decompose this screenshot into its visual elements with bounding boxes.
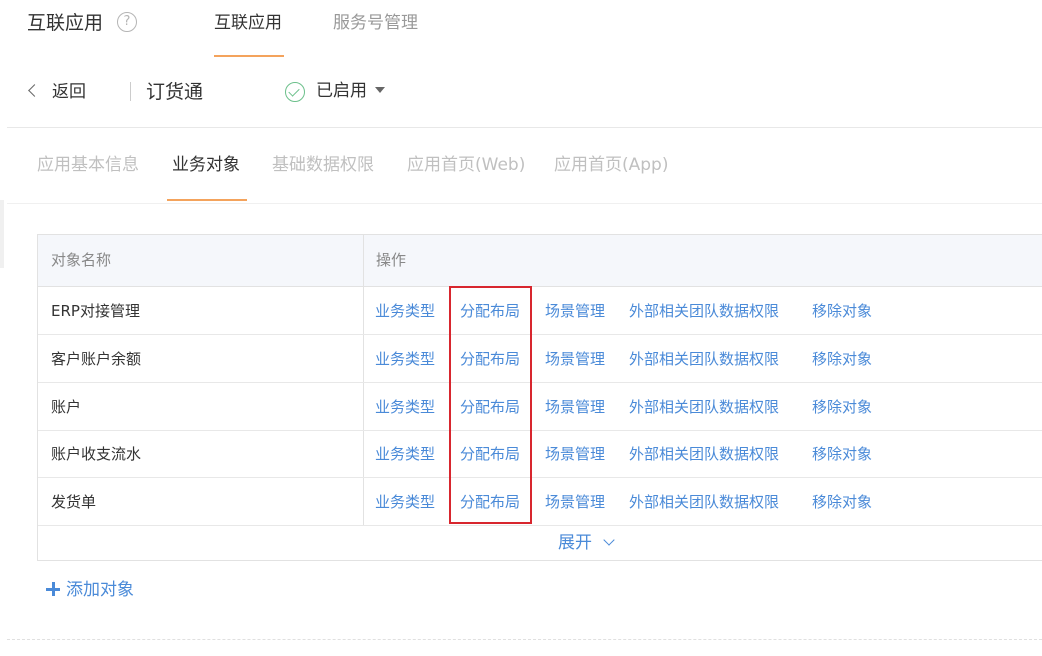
scroll-edge: [0, 200, 4, 268]
subtab-business-objects[interactable]: 业务对象: [172, 153, 240, 177]
divider: [7, 639, 1042, 640]
subtab-basic-info[interactable]: 应用基本信息: [37, 153, 139, 177]
external-team-permission-link[interactable]: 外部相关团队数据权限: [629, 443, 779, 465]
expand-button[interactable]: 展开: [558, 531, 592, 555]
remove-object-link[interactable]: 移除对象: [812, 443, 872, 465]
check-circle-icon: [285, 82, 305, 102]
plus-icon[interactable]: [45, 581, 61, 597]
external-team-permission-link[interactable]: 外部相关团队数据权限: [629, 348, 779, 370]
scene-management-link[interactable]: 场景管理: [545, 443, 605, 465]
divider: [130, 82, 131, 101]
assign-layout-link[interactable]: 分配布局: [460, 300, 520, 322]
business-type-link[interactable]: 业务类型: [375, 443, 435, 465]
object-name: ERP对接管理: [51, 302, 140, 320]
table-row: 账户 业务类型 分配布局 场景管理 外部相关团队数据权限 移除对象: [38, 383, 1042, 431]
help-icon[interactable]: ?: [117, 12, 137, 32]
business-type-link[interactable]: 业务类型: [375, 491, 435, 513]
column-header-actions: 操作: [376, 251, 407, 269]
active-tab-indicator: [214, 55, 284, 57]
scene-management-link[interactable]: 场景管理: [545, 396, 605, 418]
tab-service-account[interactable]: 服务号管理: [333, 10, 418, 36]
table-header: 对象名称 操作: [38, 235, 1042, 287]
tab-interconnect-apps[interactable]: 互联应用: [214, 10, 282, 36]
page-title: 互联应用: [27, 12, 104, 34]
objects-table: 对象名称 操作 ERP对接管理 业务类型 分配布局 场景管理 外部相关团队数据权…: [37, 234, 1042, 561]
assign-layout-link[interactable]: 分配布局: [460, 396, 520, 418]
remove-object-link[interactable]: 移除对象: [812, 300, 872, 322]
table-row: 客户账户余额 业务类型 分配布局 场景管理 外部相关团队数据权限 移除对象: [38, 335, 1042, 383]
scene-management-link[interactable]: 场景管理: [545, 348, 605, 370]
app-name: 订货通: [146, 81, 204, 103]
assign-layout-link[interactable]: 分配布局: [460, 348, 520, 370]
external-team-permission-link[interactable]: 外部相关团队数据权限: [629, 396, 779, 418]
column-header-object-name: 对象名称: [51, 251, 112, 269]
object-name: 客户账户余额: [51, 350, 142, 368]
object-name: 账户: [51, 398, 82, 416]
assign-layout-link[interactable]: 分配布局: [460, 443, 520, 465]
divider: [7, 203, 1042, 204]
active-subtab-indicator: [167, 199, 247, 201]
back-button[interactable]: 返回: [52, 79, 86, 105]
external-team-permission-link[interactable]: 外部相关团队数据权限: [629, 491, 779, 513]
remove-object-link[interactable]: 移除对象: [812, 348, 872, 370]
assign-layout-link[interactable]: 分配布局: [460, 491, 520, 513]
chevron-left-icon[interactable]: [28, 84, 41, 97]
scene-management-link[interactable]: 场景管理: [545, 491, 605, 513]
business-type-link[interactable]: 业务类型: [375, 348, 435, 370]
object-name: 发货单: [51, 493, 97, 511]
divider: [7, 127, 1042, 128]
remove-object-link[interactable]: 移除对象: [812, 491, 872, 513]
business-type-link[interactable]: 业务类型: [375, 300, 435, 322]
chevron-down-icon[interactable]: [603, 534, 615, 546]
subtab-data-permissions[interactable]: 基础数据权限: [272, 153, 374, 177]
page: 互联应用 ? 互联应用 服务号管理 返回 订货通 已启用 应用基本信息 业务对象…: [0, 0, 1042, 656]
remove-object-link[interactable]: 移除对象: [812, 396, 872, 418]
external-team-permission-link[interactable]: 外部相关团队数据权限: [629, 300, 779, 322]
subtab-home-app[interactable]: 应用首页(App): [554, 153, 668, 177]
add-object-button[interactable]: 添加对象: [66, 578, 134, 602]
subtab-home-web[interactable]: 应用首页(Web): [407, 153, 525, 177]
expand-row: 展开: [38, 525, 1042, 561]
table-row: 发货单 业务类型 分配布局 场景管理 外部相关团队数据权限 移除对象: [38, 478, 1042, 526]
object-name: 账户收支流水: [51, 445, 142, 463]
status-dropdown[interactable]: 已启用: [316, 78, 367, 104]
table-row: ERP对接管理 业务类型 分配布局 场景管理 外部相关团队数据权限 移除对象: [38, 287, 1042, 335]
scene-management-link[interactable]: 场景管理: [545, 300, 605, 322]
table-row: 账户收支流水 业务类型 分配布局 场景管理 外部相关团队数据权限 移除对象: [38, 430, 1042, 478]
caret-down-icon[interactable]: [375, 87, 385, 93]
business-type-link[interactable]: 业务类型: [375, 396, 435, 418]
